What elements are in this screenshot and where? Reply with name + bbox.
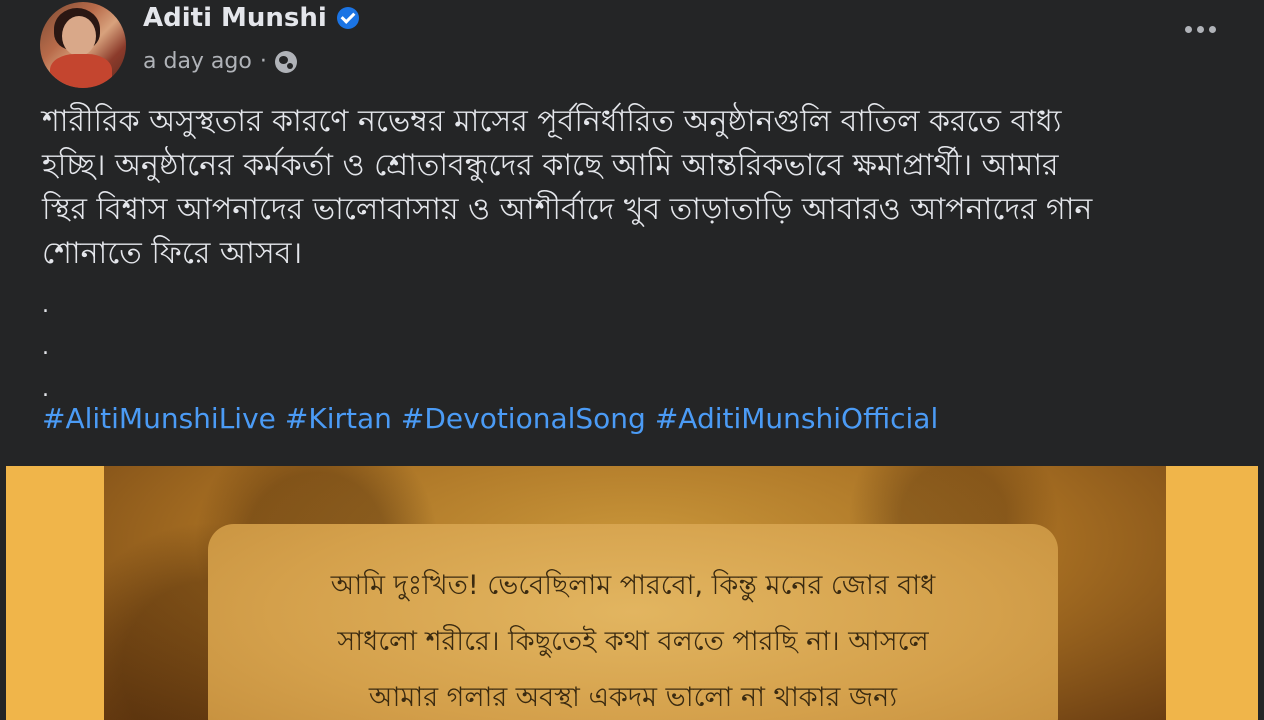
hashtag-link[interactable]: #AlitiMunshiLive xyxy=(42,402,276,435)
avatar-body xyxy=(50,54,112,88)
more-dot xyxy=(1197,26,1204,33)
post-image[interactable]: আমি দুঃখিত! ভেবেছিলাম পারবো, কিন্তু মনের… xyxy=(6,466,1258,720)
post-body-line: স্থির বিশ্বাস আপনাদের ভালোবাসায় ও আশীর্… xyxy=(42,192,1093,227)
post-body: শারীরিক অসুস্থতার কারণে নভেম্বর মাসের পূ… xyxy=(42,100,1222,276)
post-timestamp[interactable]: a day ago xyxy=(143,49,252,74)
author-row: Aditi Munshi xyxy=(143,3,359,33)
more-dot xyxy=(1209,26,1216,33)
post-body-line: শোনাতে ফিরে আসব। xyxy=(42,236,303,271)
dot-line: . xyxy=(42,335,49,360)
parchment-background: আমি দুঃখিত! ভেবেছিলাম পারবো, কিন্তু মনের… xyxy=(104,466,1166,720)
note-line: আমি দুঃখিত! ভেবেছিলাম পারবো, কিন্তু মনের… xyxy=(330,570,936,601)
post-body-line: হচ্ছি। অনুষ্ঠানের কর্মকর্তা ও শ্রোতাবন্ধ… xyxy=(42,148,1059,183)
avatar-face xyxy=(62,16,96,56)
verified-badge-icon xyxy=(336,7,359,29)
facebook-post: Aditi Munshi a day ago · শারীরিক অসুস্থত… xyxy=(0,0,1264,720)
author-name[interactable]: Aditi Munshi xyxy=(143,3,327,33)
post-dots: . . . xyxy=(42,285,49,411)
hashtag-link[interactable]: #Kirtan xyxy=(285,402,392,435)
more-dot xyxy=(1185,26,1192,33)
author-avatar[interactable] xyxy=(40,2,126,88)
hashtag-link[interactable]: #DevotionalSong xyxy=(401,402,646,435)
meta-separator: · xyxy=(259,49,267,74)
hashtag-link[interactable]: #AditiMunshiOfficial xyxy=(655,402,938,435)
note-line: সাধলো শরীরে। কিছুতেই কথা বলতে পারছি না। … xyxy=(337,626,929,657)
hashtag-list: #AlitiMunshiLive #Kirtan #DevotionalSong… xyxy=(42,402,938,435)
note-line: আমার গলার অবস্থা একদম ভালো না থাকার জন্য xyxy=(368,682,898,713)
dot-line: . xyxy=(42,293,49,318)
note-text: আমি দুঃখিত! ভেবেছিলাম পারবো, কিন্তু মনের… xyxy=(208,558,1058,720)
post-meta: a day ago · xyxy=(143,49,297,74)
globe-icon[interactable] xyxy=(274,50,297,73)
more-options-button[interactable] xyxy=(1185,26,1216,33)
post-body-line: শারীরিক অসুস্থতার কারণে নভেম্বর মাসের পূ… xyxy=(42,104,1062,139)
note-card: আমি দুঃখিত! ভেবেছিলাম পারবো, কিন্তু মনের… xyxy=(208,524,1058,720)
